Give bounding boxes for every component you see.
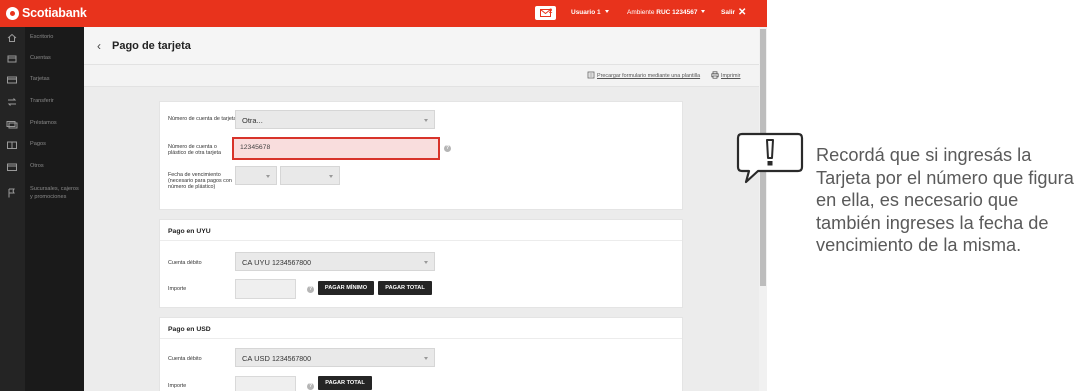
expiry-month-select[interactable] [235,166,277,185]
sidebar-item-label: Sucursales, cajeros y promociones [30,186,79,200]
debit-account-label: Cuenta débito [168,356,202,362]
chevron-down-icon [701,10,706,13]
amount-label: Importe [168,383,187,389]
sidebar-item-label: Préstamos [30,120,57,126]
chevron-down-icon [424,119,428,122]
sidebar-item-label: Escritorio [30,34,54,40]
action-bar: Precargar formulario mediante una planti… [84,65,759,87]
hint-text: Recordá que si ingresás la Tarjeta por e… [816,145,1074,255]
account-type: CA USD [242,354,270,363]
sidebar-item-label: Otros [30,163,44,169]
help-icon[interactable]: ? [444,145,451,152]
chevron-down-icon [266,175,270,178]
help-icon[interactable]: ? [307,383,314,390]
environment-menu[interactable]: Ambiente RUC 1234567 [627,9,706,16]
sidebar: Escritorio Cuentas Tarjetas Transferir P… [0,27,84,391]
debit-account-label: Cuenta débito [168,260,202,266]
uyu-debit-account-select[interactable]: CA UYU 1234567800 [235,252,435,271]
sidebar-item-label: Cuentas [30,55,51,61]
sidebar-item-escritorio[interactable]: Escritorio [0,28,84,49]
app-window: Scotiabank 2 Usuario 1 Ambiente RUC 1234… [0,0,767,391]
environment-prefix: Ambiente [627,9,655,16]
preload-template-link[interactable]: Precargar formulario mediante una planti… [597,73,700,79]
user-menu[interactable]: Usuario 1 [571,9,609,16]
sidebar-item-label: Tarjetas [30,76,50,82]
usd-payment-section: Pago en USD Cuenta débito CA USD 1234567… [159,317,683,391]
sidebar-item-otros[interactable]: Otros [0,157,84,178]
expiry-label: Fecha de vencimiento (necesario para pag… [168,172,232,190]
usd-amount-input[interactable] [235,376,296,391]
sidebar-item-transferir[interactable]: Transferir [0,92,84,113]
main-content: ‹ Pago de tarjeta Precargar formulario m… [84,27,759,391]
pay-total-button[interactable]: PAGAR TOTAL [378,281,432,295]
card-number-section: Número de cuenta de tarjeta Otra... Núme… [159,101,683,210]
sidebar-item-prestamos[interactable]: Préstamos [0,114,84,135]
card-icon [7,76,17,84]
sidebar-item-label: Pagos [30,141,46,147]
bank-icon [7,55,17,63]
section-header: Pago en UYU [160,220,682,241]
back-arrow-icon[interactable]: ‹ [97,39,101,53]
section-title: Pago en UYU [168,228,211,235]
mail-count-badge: 2 [549,9,553,15]
amount-label: Importe [168,286,187,292]
home-icon [7,33,17,42]
mail-button[interactable] [535,6,556,20]
page-title: Pago de tarjeta [112,40,191,52]
brand-name: Scotiabank [22,6,87,20]
transfer-icon [7,98,17,106]
chevron-down-icon [329,175,333,178]
other-icon [7,163,17,171]
page-header: ‹ Pago de tarjeta [84,27,759,65]
card-account-value: Otra... [242,116,263,125]
environment-value: RUC 1234567 [656,9,698,16]
plastic-label: Número de cuenta o plástico de otra tarj… [168,144,222,156]
chevron-down-icon [604,10,609,13]
sidebar-item-sucursales[interactable]: Sucursales, cajeros y promociones [0,181,84,209]
pay-total-button[interactable]: PAGAR TOTAL [318,376,372,390]
exit-link[interactable]: Salir [721,9,735,16]
sidebar-item-label: Transferir [30,98,54,104]
wallet-icon [7,141,17,149]
debit-account-value: CA UYU 1234567800 [242,258,311,267]
sidebar-item-tarjetas[interactable]: Tarjetas [0,70,84,91]
vertical-scrollbar[interactable] [759,27,767,391]
account-number: 1234567800 [272,356,311,363]
location-icon [8,188,15,198]
template-icon [587,71,595,79]
section-title: Pago en USD [168,326,211,333]
account-type: CA UYU [242,258,270,267]
user-label: Usuario 1 [571,9,601,16]
chevron-down-icon [424,357,428,360]
plastic-number-value: 12345678 [240,144,271,151]
printer-icon [711,71,719,79]
section-header: Pago en USD [160,318,682,339]
expiry-year-select[interactable] [280,166,340,185]
uyu-amount-input[interactable] [235,279,296,299]
sidebar-item-cuentas[interactable]: Cuentas [0,49,84,70]
scotiabank-logo-icon [6,7,19,20]
pay-minimum-button[interactable]: PAGAR MÍNIMO [318,281,374,295]
account-label: Número de cuenta de tarjeta [168,116,237,122]
uyu-payment-section: Pago en UYU Cuenta débito CA UYU 1234567… [159,219,683,308]
print-link[interactable]: Imprimir [721,73,740,79]
usd-debit-account-select[interactable]: CA USD 1234567800 [235,348,435,367]
money-icon [6,121,18,129]
close-icon[interactable]: ✕ [738,7,746,18]
chevron-down-icon [424,261,428,264]
card-account-select[interactable]: Otra... [235,110,435,129]
help-icon[interactable]: ? [307,286,314,293]
account-number: 1234567800 [272,260,311,267]
sidebar-item-pagos[interactable]: Pagos [0,135,84,156]
debit-account-value: CA USD 1234567800 [242,354,311,363]
top-bar: Scotiabank 2 Usuario 1 Ambiente RUC 1234… [0,0,767,27]
exclamation-speech-bubble-icon [736,132,804,184]
plastic-number-input[interactable]: 12345678 [232,137,440,160]
